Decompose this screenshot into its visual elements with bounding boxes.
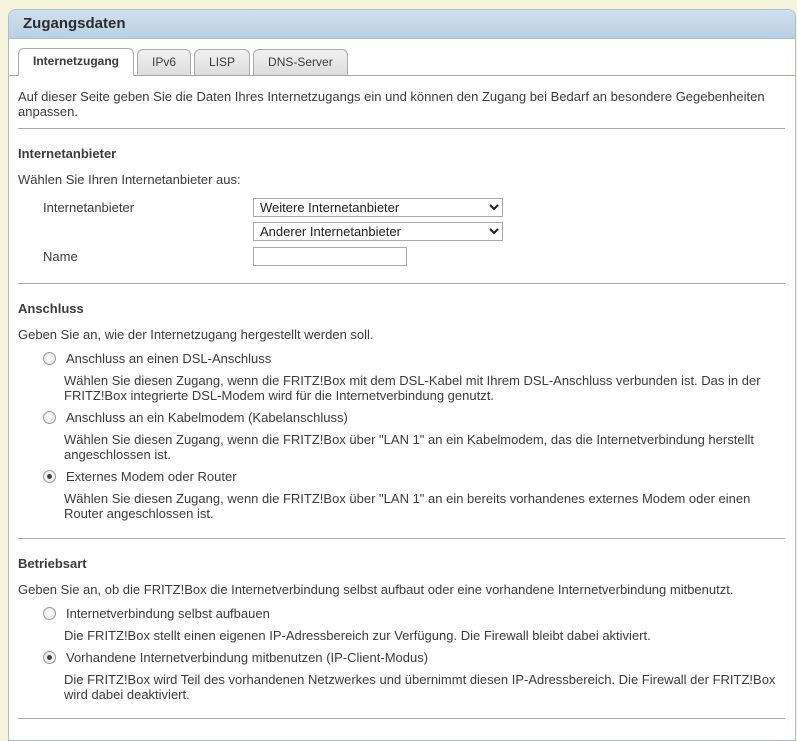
provider-sub-row: Anderer Internetanbieter bbox=[43, 221, 785, 242]
radio-label: Internetverbindung selbst aufbauen bbox=[66, 606, 270, 621]
access-data-panel: Zugangsdaten Internetzugang IPv6 LISP DNS-S… bbox=[8, 9, 796, 741]
radio-label: Anschluss an ein Kabelmodem (Kabelanschl… bbox=[66, 410, 348, 425]
mode-prompt: Geben Sie an, ob die FRITZ!Box die Inter… bbox=[18, 582, 734, 597]
radio-label: Vorhandene Internetverbindung mitbenutze… bbox=[66, 650, 429, 665]
radio-label: Anschluss an einen DSL-Anschluss bbox=[66, 351, 272, 366]
radio-button[interactable] bbox=[43, 470, 56, 483]
tab-internetzugang[interactable]: Internetzugang bbox=[18, 48, 134, 76]
mode-heading: Betriebsart bbox=[18, 556, 87, 571]
main-content: Auf dieser Seite geben Sie die Daten Ihr… bbox=[9, 89, 795, 719]
radio-dsl[interactable]: Anschluss an einen DSL-Anschluss bbox=[43, 351, 785, 366]
tab-dns-server[interactable]: DNS-Server bbox=[253, 49, 348, 76]
radio-button[interactable] bbox=[43, 352, 56, 365]
provider-heading: Internetanbieter bbox=[18, 146, 117, 161]
divider bbox=[18, 283, 785, 284]
radio-button[interactable] bbox=[43, 607, 56, 620]
tab-lisp[interactable]: LISP bbox=[194, 49, 251, 76]
provider-row: Internetanbieter Weitere Internetanbiete… bbox=[43, 197, 785, 218]
panel-title: Zugangsdaten bbox=[9, 10, 795, 39]
radio-button[interactable] bbox=[43, 651, 56, 664]
connection-prompt: Geben Sie an, wie der Internetzugang her… bbox=[18, 327, 374, 342]
radio-ip-client-mode[interactable]: Vorhandene Internetverbindung mitbenutze… bbox=[43, 650, 785, 665]
intro-text: Auf dieser Seite geben Sie die Daten Ihr… bbox=[18, 89, 765, 119]
provider-group-select[interactable]: Weitere Internetanbieter bbox=[253, 198, 503, 217]
radio-button[interactable] bbox=[43, 411, 56, 424]
provider-label: Internetanbieter bbox=[43, 200, 135, 215]
radio-cable-modem[interactable]: Anschluss an ein Kabelmodem (Kabelanschl… bbox=[43, 410, 785, 425]
option-description: Die FRITZ!Box wird Teil des vorhandenen … bbox=[64, 672, 776, 702]
divider bbox=[18, 718, 785, 719]
divider bbox=[18, 128, 785, 129]
provider-prompt: Wählen Sie Ihren Internetanbieter aus: bbox=[18, 172, 241, 187]
name-input[interactable] bbox=[253, 247, 407, 266]
divider bbox=[18, 538, 785, 539]
tab-bar: Internetzugang IPv6 LISP DNS-Server bbox=[9, 47, 795, 76]
radio-label: Externes Modem oder Router bbox=[66, 469, 237, 484]
option-description: Die FRITZ!Box stellt einen eigenen IP-Ad… bbox=[64, 628, 651, 643]
name-label: Name bbox=[43, 249, 78, 264]
radio-own-connection[interactable]: Internetverbindung selbst aufbauen bbox=[43, 606, 785, 621]
option-description: Wählen Sie diesen Zugang, wenn die FRITZ… bbox=[64, 491, 751, 521]
tab-ipv6[interactable]: IPv6 bbox=[137, 49, 192, 76]
name-row: Name bbox=[43, 246, 785, 267]
radio-external-modem[interactable]: Externes Modem oder Router bbox=[43, 469, 785, 484]
option-description: Wählen Sie diesen Zugang, wenn die FRITZ… bbox=[64, 432, 754, 462]
connection-heading: Anschluss bbox=[18, 301, 84, 316]
option-description: Wählen Sie diesen Zugang, wenn die FRITZ… bbox=[64, 373, 761, 403]
provider-select[interactable]: Anderer Internetanbieter bbox=[253, 222, 503, 241]
